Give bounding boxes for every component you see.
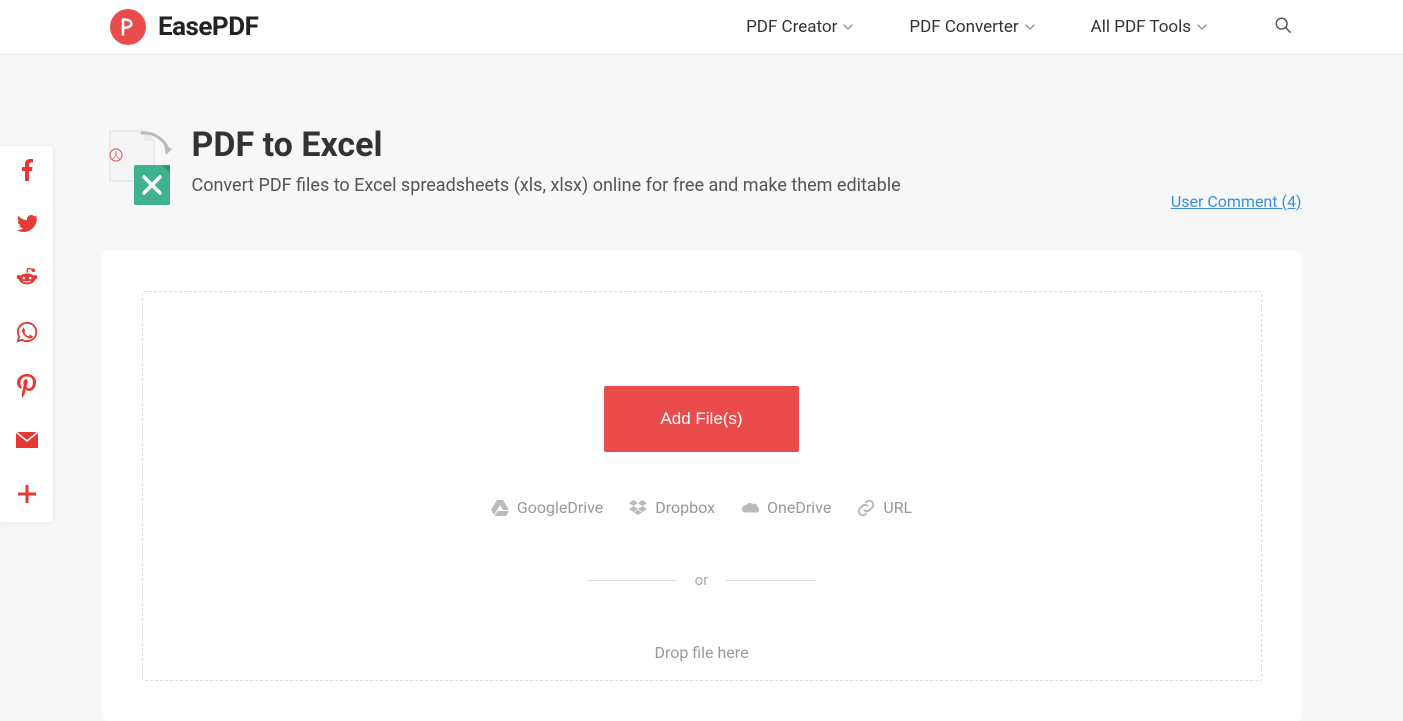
share-twitter[interactable] — [15, 214, 39, 238]
social-share-bar — [0, 145, 54, 523]
source-label: URL — [883, 498, 912, 517]
pdf-to-excel-icon: 人 — [102, 125, 172, 205]
share-pinterest[interactable] — [15, 376, 39, 400]
share-email[interactable] — [15, 430, 39, 454]
main-nav: PDF Creator PDF Converter All PDF Tools — [746, 17, 1293, 37]
main-content: 人 PDF to Excel Convert PDF files to Exce… — [102, 55, 1302, 721]
page-header-row: 人 PDF to Excel Convert PDF files to Exce… — [102, 125, 1302, 205]
share-whatsapp[interactable] — [15, 322, 39, 346]
nav-pdf-creator[interactable]: PDF Creator — [746, 17, 853, 37]
page-title-block: PDF to Excel Convert PDF files to Excel … — [192, 125, 901, 196]
dropzone[interactable]: Add File(s) GoogleDrive Dropbox — [142, 291, 1262, 681]
add-files-button[interactable]: Add File(s) — [604, 386, 798, 452]
nav-label: PDF Creator — [746, 17, 837, 37]
search-button[interactable] — [1273, 17, 1293, 37]
link-icon — [857, 499, 875, 517]
nav-all-tools[interactable]: All PDF Tools — [1091, 17, 1207, 37]
share-reddit[interactable] — [15, 268, 39, 292]
nav-label: All PDF Tools — [1091, 17, 1191, 37]
drop-hint: Drop file here — [654, 643, 748, 662]
share-more[interactable] — [15, 484, 39, 508]
chevron-down-icon — [1197, 22, 1207, 32]
header: EasePDF PDF Creator PDF Converter All PD… — [0, 0, 1403, 55]
source-label: Dropbox — [655, 498, 715, 517]
facebook-icon — [21, 159, 33, 185]
nav-pdf-converter[interactable]: PDF Converter — [909, 17, 1034, 37]
twitter-icon — [16, 215, 38, 237]
nav-label: PDF Converter — [909, 17, 1018, 37]
reddit-icon — [16, 268, 38, 292]
email-icon — [16, 432, 38, 452]
logo-icon — [110, 9, 146, 45]
source-dropbox[interactable]: Dropbox — [629, 498, 715, 517]
source-label: GoogleDrive — [517, 498, 603, 517]
upload-card: Add File(s) GoogleDrive Dropbox — [102, 251, 1302, 721]
share-facebook[interactable] — [15, 160, 39, 184]
page-subtitle: Convert PDF files to Excel spreadsheets … — [192, 175, 901, 196]
brand-name: EasePDF — [158, 12, 258, 42]
source-url[interactable]: URL — [857, 498, 912, 517]
brand-logo[interactable]: EasePDF — [110, 9, 258, 45]
svg-text:人: 人 — [111, 151, 120, 161]
chevron-down-icon — [843, 22, 853, 32]
chevron-down-icon — [1025, 22, 1035, 32]
divider-line — [726, 580, 816, 581]
googledrive-icon — [491, 499, 509, 517]
pinterest-icon — [17, 374, 37, 402]
or-text: or — [695, 571, 709, 589]
plus-icon — [18, 485, 36, 507]
source-googledrive[interactable]: GoogleDrive — [491, 498, 603, 517]
dropbox-icon — [629, 499, 647, 517]
cloud-sources: GoogleDrive Dropbox OneDrive — [491, 498, 912, 517]
search-icon — [1274, 16, 1292, 38]
divider-line — [587, 580, 677, 581]
whatsapp-icon — [16, 321, 38, 347]
onedrive-icon — [741, 499, 759, 517]
page-title: PDF to Excel — [192, 125, 901, 165]
user-comment-link[interactable]: User Comment (4) — [1171, 192, 1302, 211]
source-onedrive[interactable]: OneDrive — [741, 498, 831, 517]
or-divider: or — [587, 571, 817, 589]
source-label: OneDrive — [767, 498, 831, 517]
